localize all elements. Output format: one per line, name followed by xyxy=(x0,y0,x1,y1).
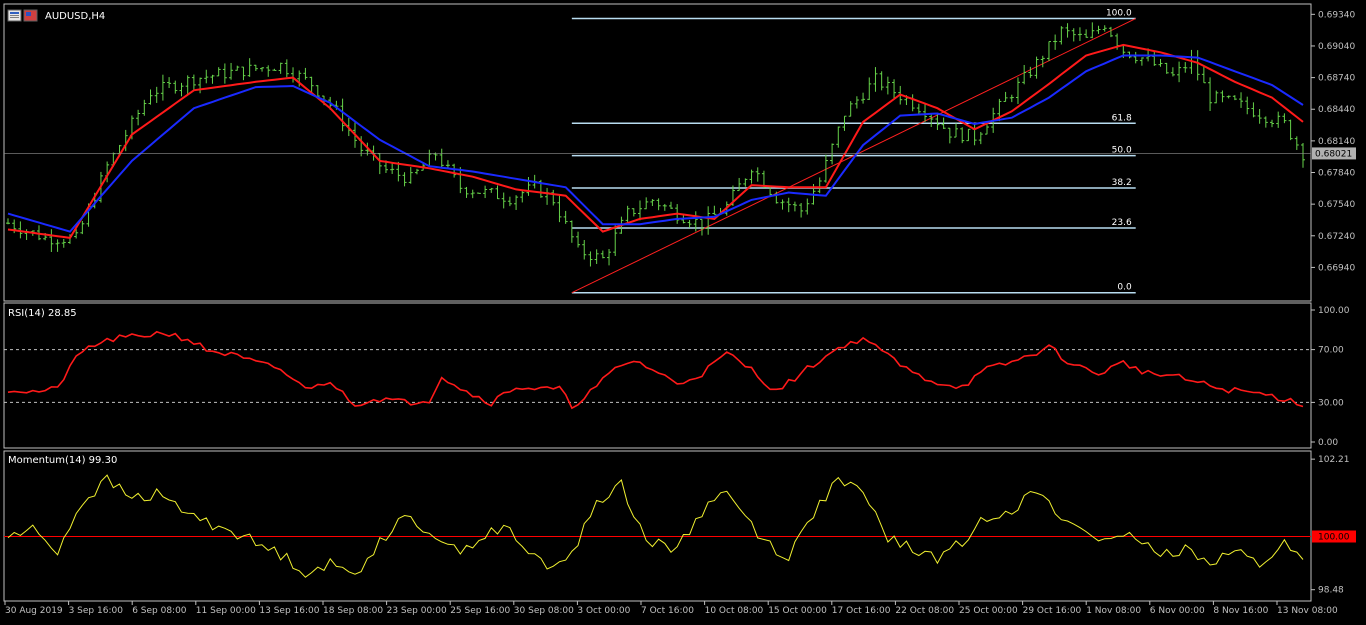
rsi-axis-label: 0.00 xyxy=(1318,438,1338,448)
fib-level-label: 100.0 xyxy=(1106,9,1132,19)
time-axis-label: 30 Sep 08:00 xyxy=(514,606,574,616)
price-axis-label: 0.66940 xyxy=(1318,263,1355,273)
momentum-pane-frame xyxy=(3,450,1312,602)
main-price-pane: 0.69340 0.69040 0.68740 0.68440 0.68140 0.678… xyxy=(4,9,1356,294)
window-icon[interactable] xyxy=(7,9,38,22)
fib-level-label: 38.2 xyxy=(1112,178,1132,188)
fib-level-label: 23.6 xyxy=(1112,218,1132,228)
symbol-title: AUDUSD,H4 xyxy=(45,11,105,22)
fib-level-label: 61.8 xyxy=(1112,113,1132,123)
price-axis-label: 0.67240 xyxy=(1318,232,1355,242)
time-axis-label: 18 Sep 08:00 xyxy=(323,606,383,616)
time-axis-label: 10 Oct 08:00 xyxy=(705,606,764,616)
momentum-level-value: 100.00 xyxy=(1318,533,1350,543)
momentum-line xyxy=(7,474,1304,578)
rsi-pane: 100.00 70.00 30.00 0.00 xyxy=(4,306,1350,448)
rsi-axis-label: 100.00 xyxy=(1318,306,1350,316)
price-axis-label: 0.68740 xyxy=(1318,74,1355,84)
fib-level-label: 0.0 xyxy=(1117,283,1132,293)
time-axis: 30 Aug 2019 3 Sep 16:00 6 Sep 08:00 11 Sep … xyxy=(4,601,1338,616)
time-axis-label: 8 Nov 16:00 xyxy=(1213,606,1268,616)
price-axis-label: 0.67840 xyxy=(1318,169,1355,179)
chart-canvas[interactable]: AUDUSD,H4 RSI(14) 28.85 Momentum(14) 99.… xyxy=(0,0,1366,621)
time-axis-label: 30 Aug 2019 xyxy=(5,606,63,616)
momentum-pane: 102.21 98.48 100.00 xyxy=(4,455,1356,596)
price-axis-label: 0.69040 xyxy=(1318,42,1355,52)
time-axis-label: 6 Sep 08:00 xyxy=(132,606,187,616)
time-axis-label: 23 Sep 00:00 xyxy=(387,606,447,616)
current-price-value: 0.68021 xyxy=(1315,149,1352,159)
rsi-pane-frame xyxy=(3,302,1312,449)
momentum-axis-label: 98.48 xyxy=(1318,586,1344,596)
moving-average-red xyxy=(7,43,1304,239)
time-axis-label: 11 Sep 00:00 xyxy=(196,606,256,616)
momentum-axis-label: 102.21 xyxy=(1318,455,1350,465)
time-axis-label: 6 Nov 00:00 xyxy=(1150,606,1205,616)
rsi-axis-label: 30.00 xyxy=(1318,398,1344,408)
time-axis-label: 25 Oct 00:00 xyxy=(959,606,1018,616)
time-axis-label: 13 Nov 08:00 xyxy=(1277,606,1338,616)
time-axis-label: 3 Oct 00:00 xyxy=(577,606,630,616)
time-axis-label: 17 Oct 16:00 xyxy=(832,606,891,616)
price-axis-label: 0.67540 xyxy=(1318,200,1355,210)
time-axis-label: 29 Oct 16:00 xyxy=(1023,606,1082,616)
price-axis-label: 0.69340 xyxy=(1318,10,1355,20)
time-axis-label: 15 Oct 00:00 xyxy=(768,606,827,616)
time-axis-label: 13 Sep 16:00 xyxy=(259,606,319,616)
time-axis-label: 25 Sep 16:00 xyxy=(450,606,510,616)
moving-average-blue xyxy=(7,54,1304,233)
fib-level-label: 50.0 xyxy=(1112,146,1132,156)
momentum-title: Momentum(14) 99.30 xyxy=(8,455,117,466)
price-axis-label: 0.68440 xyxy=(1318,105,1355,115)
time-axis-label: 1 Nov 08:00 xyxy=(1086,606,1141,616)
time-axis-label: 22 Oct 08:00 xyxy=(895,606,954,616)
rsi-line xyxy=(7,330,1304,410)
rsi-title: RSI(14) 28.85 xyxy=(8,308,77,319)
time-axis-label: 3 Sep 16:00 xyxy=(69,606,124,616)
time-axis-label: 7 Oct 16:00 xyxy=(641,606,694,616)
chart-window: AUDUSD,H4 RSI(14) 28.85 Momentum(14) 99.… xyxy=(0,0,1366,621)
price-axis-label: 0.68140 xyxy=(1318,137,1355,147)
rsi-axis-label: 70.00 xyxy=(1318,346,1344,356)
